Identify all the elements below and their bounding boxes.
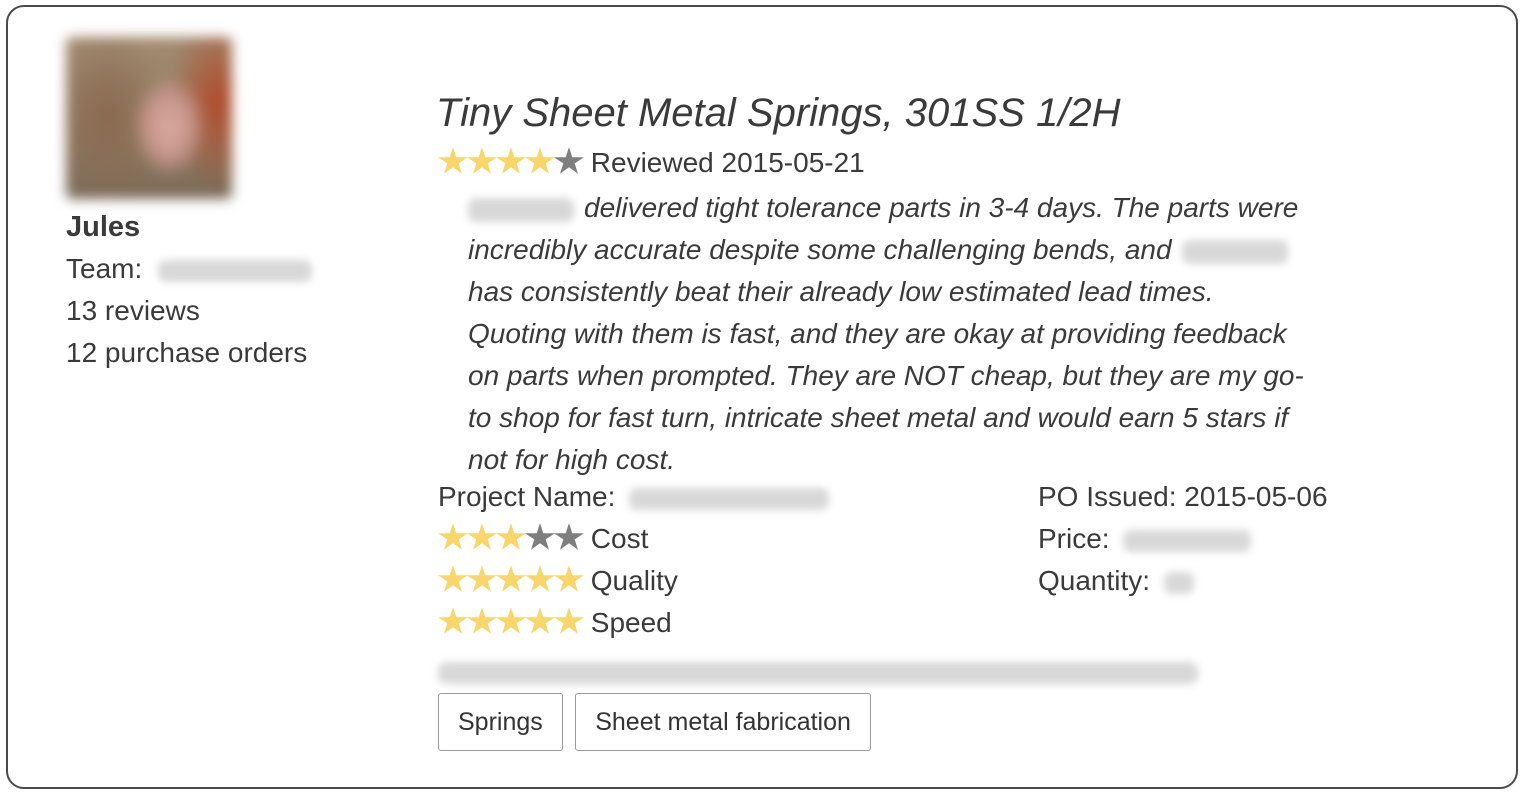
cost-rating-stars [438, 523, 584, 558]
overall-rating-row: Reviewed 2015-05-21 [438, 147, 865, 182]
star-filled-icon [496, 147, 526, 174]
description-redacted [438, 661, 1198, 684]
project-name-row: Project Name: [438, 481, 830, 513]
quality-label: Quality [590, 565, 678, 596]
reviewer-review-count: 13 reviews [66, 295, 200, 326]
speed-rating-stars [438, 607, 584, 642]
review-line: to shop for fast turn, intricate sheet m… [468, 402, 1289, 433]
quantity-redacted [1163, 571, 1194, 594]
star-empty-icon [525, 523, 555, 550]
cost-rating-row: Cost [438, 523, 648, 558]
review-card: Jules Team: 13 reviews 12 purchase order… [6, 5, 1518, 789]
speed-label: Speed [590, 607, 672, 638]
price-redacted [1123, 529, 1252, 552]
reviewer-avatar [66, 37, 232, 199]
review-body: delivered tight tolerance parts in 3-4 d… [468, 187, 1448, 481]
quality-rating-stars [438, 565, 584, 600]
star-filled-icon [525, 607, 555, 634]
star-empty-icon [554, 523, 584, 550]
overall-rating-stars [438, 147, 584, 182]
star-filled-icon [496, 523, 526, 550]
tag-list: Springs Sheet metal fabrication [438, 693, 879, 751]
review-title: Tiny Sheet Metal Springs, 301SS 1/2H [436, 91, 1121, 135]
review-line: incredibly accurate despite some challen… [468, 229, 1448, 271]
reviewed-date: Reviewed 2015-05-21 [590, 147, 865, 178]
star-filled-icon [467, 607, 497, 634]
star-filled-icon [525, 565, 555, 592]
star-filled-icon [554, 607, 584, 634]
review-line: has consistently beat their already low … [468, 276, 1214, 307]
speed-rating-row: Speed [438, 607, 672, 642]
star-filled-icon [438, 565, 468, 592]
reviewer-po-count: 12 purchase orders [66, 337, 308, 368]
tag-sheet-metal-fabrication[interactable]: Sheet metal fabrication [575, 693, 871, 751]
vendor-name-redacted [1181, 239, 1288, 264]
star-filled-icon [525, 147, 555, 174]
vendor-name-redacted [468, 197, 574, 222]
review-line: delivered tight tolerance parts in 3-4 d… [468, 187, 1448, 229]
tag-springs[interactable]: Springs [438, 693, 563, 751]
team-value-redacted [158, 259, 313, 282]
quality-rating-row: Quality [438, 565, 678, 600]
star-filled-icon [438, 607, 468, 634]
price-row: Price: [1038, 523, 1252, 555]
cost-label: Cost [590, 523, 649, 554]
review-line: Quoting with them is fast, and they are … [468, 318, 1287, 349]
review-line: not for high cost. [468, 444, 676, 475]
star-filled-icon [467, 147, 497, 174]
star-empty-icon [554, 147, 584, 174]
star-filled-icon [438, 147, 468, 174]
review-line: on parts when prompted. They are NOT che… [468, 360, 1304, 391]
description-redacted-row [438, 655, 1198, 687]
star-filled-icon [467, 565, 497, 592]
quantity-row: Quantity: [1038, 565, 1194, 597]
star-filled-icon [554, 565, 584, 592]
team-label: Team: [66, 253, 143, 284]
star-filled-icon [438, 523, 468, 550]
po-issued: PO Issued: 2015-05-06 [1038, 481, 1328, 512]
project-name-label: Project Name: [438, 481, 616, 512]
reviewer-team: Team: [66, 253, 313, 285]
reviewer-name[interactable]: Jules [66, 211, 140, 244]
star-filled-icon [496, 607, 526, 634]
star-filled-icon [467, 523, 497, 550]
star-filled-icon [496, 565, 526, 592]
quantity-label: Quantity: [1038, 565, 1151, 596]
price-label: Price: [1038, 523, 1110, 554]
project-name-redacted [629, 487, 830, 510]
